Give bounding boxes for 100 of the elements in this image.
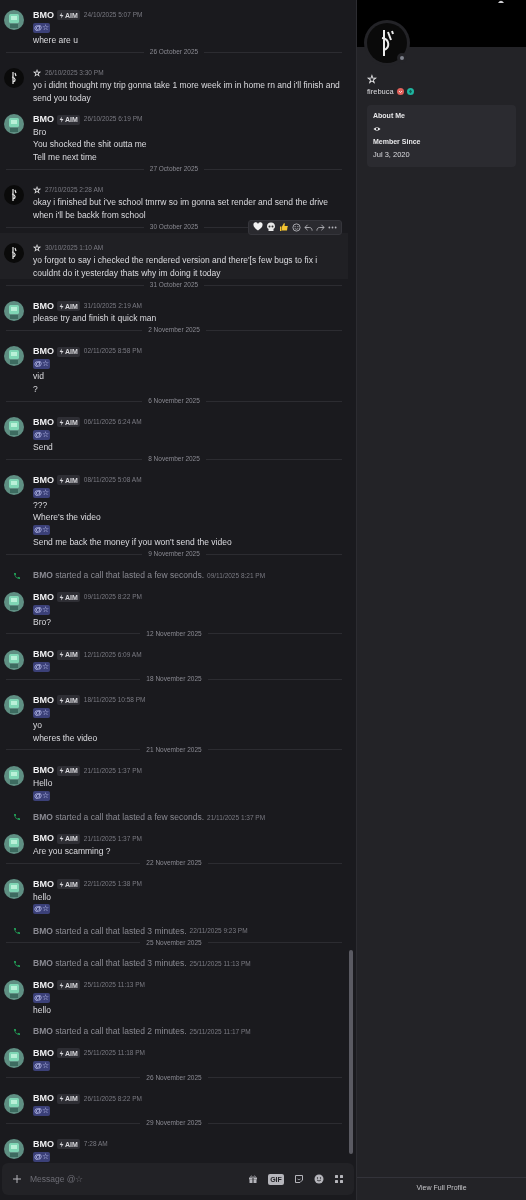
phone-icon	[12, 1027, 21, 1036]
thumbs-up-icon[interactable]	[279, 222, 289, 233]
bolt-icon	[59, 593, 64, 601]
bolt-icon	[59, 302, 64, 310]
avatar[interactable]	[4, 10, 24, 30]
message-text: Send me back the money if you won't send the video	[33, 536, 233, 549]
badge-icon[interactable]	[406, 88, 414, 95]
author-name[interactable]: ☆	[33, 185, 41, 195]
message-text: Where's the video	[33, 511, 102, 524]
message-text: Bro?	[33, 615, 52, 629]
bolt-icon	[59, 767, 64, 775]
user-mention[interactable]: @☆	[33, 487, 51, 498]
avatar[interactable]	[4, 242, 24, 263]
user-mention[interactable]: @☆	[33, 790, 51, 801]
sticker-icon[interactable]	[294, 1174, 304, 1184]
author-name[interactable]: BMO	[33, 980, 54, 990]
user-mention[interactable]: @☆	[33, 429, 51, 440]
call-notice: BMO started a call that lasted 2 minutes.	[33, 1025, 187, 1039]
user-mention[interactable]: @☆	[33, 662, 51, 673]
avatar[interactable]	[4, 1139, 24, 1160]
author-name[interactable]: BMO	[33, 1048, 54, 1058]
bolt-icon	[59, 476, 64, 484]
author-name[interactable]: BMO	[33, 592, 54, 602]
author-name[interactable]: BMO	[33, 1139, 54, 1149]
avatar[interactable]	[4, 300, 24, 321]
avatar[interactable]	[4, 474, 24, 495]
scrollbar[interactable]	[349, 950, 353, 1154]
avatar[interactable]	[4, 416, 24, 437]
message-text: Tell me next time	[33, 150, 98, 164]
bolt-icon	[59, 1095, 64, 1103]
message-text: yo	[33, 719, 43, 732]
call-notice: BMO started a call that lasted 3 minutes.	[33, 924, 187, 938]
message-text: ???	[33, 498, 49, 512]
author-name[interactable]: BMO	[33, 834, 54, 844]
badge-icon[interactable]	[396, 88, 404, 95]
user-mention[interactable]: @☆	[33, 22, 51, 33]
message-text: Hello	[33, 777, 54, 790]
message-text: where are u	[33, 34, 79, 47]
message-text: hello	[33, 890, 52, 904]
author-name[interactable]: BMO	[33, 347, 54, 357]
phone-icon	[12, 813, 21, 822]
user-mention[interactable]: @☆	[33, 1060, 51, 1071]
author-name[interactable]: BMO	[33, 301, 54, 311]
author-name[interactable]: ☆	[33, 68, 41, 78]
user-mention[interactable]: @☆	[33, 1106, 51, 1117]
bolt-icon	[59, 1049, 64, 1057]
call-notice: BMO started a call that lasted a few seconds.	[33, 569, 205, 582]
author-name[interactable]: BMO	[33, 1094, 54, 1104]
user-mention[interactable]: @☆	[33, 904, 51, 915]
avatar[interactable]	[4, 591, 24, 612]
user-mention[interactable]: @☆	[33, 604, 51, 615]
avatar[interactable]	[4, 980, 24, 1001]
bolt-icon	[59, 348, 64, 356]
message-text: wheres the video	[33, 731, 99, 745]
avatar[interactable]	[4, 67, 24, 88]
display-name: ☆	[367, 73, 377, 86]
add-reaction-icon[interactable]	[292, 222, 301, 232]
reply-icon[interactable]	[304, 222, 313, 232]
author-name[interactable]: BMO	[33, 417, 54, 427]
avatar[interactable]	[4, 114, 24, 135]
avatar[interactable]	[4, 1093, 24, 1114]
forward-icon[interactable]	[316, 222, 325, 232]
user-mention[interactable]: @☆	[33, 525, 51, 536]
message-text: hello	[33, 1004, 52, 1017]
phone-icon	[12, 959, 21, 968]
add-icon[interactable]	[12, 1174, 22, 1184]
message-input[interactable]: Message @☆	[30, 1172, 240, 1186]
avatar[interactable]	[4, 184, 24, 205]
heart-icon[interactable]	[253, 222, 263, 233]
user-mention[interactable]: @☆	[33, 1151, 51, 1162]
avatar[interactable]	[4, 346, 24, 367]
avatar[interactable]	[4, 833, 24, 854]
phone-icon	[12, 926, 21, 935]
user-mention[interactable]: @☆	[33, 992, 51, 1003]
message-text: vid	[33, 370, 45, 383]
user-mention[interactable]: @☆	[33, 359, 51, 370]
message-text: Are you scamming ?	[33, 845, 112, 858]
apps-icon[interactable]	[334, 1174, 344, 1184]
author-name[interactable]: BMO	[33, 10, 54, 20]
author-name[interactable]: BMO	[33, 115, 54, 125]
bolt-icon	[59, 418, 64, 426]
avatar[interactable]	[4, 649, 24, 670]
author-name[interactable]: BMO	[33, 650, 54, 660]
message-text: Bro	[33, 125, 48, 139]
profile-avatar[interactable]	[364, 20, 410, 66]
avatar[interactable]	[4, 765, 24, 786]
gift-icon[interactable]	[248, 1174, 258, 1184]
avatar[interactable]	[4, 695, 24, 716]
user-mention[interactable]: @☆	[33, 707, 51, 718]
author-name[interactable]: ☆	[33, 243, 41, 253]
author-name[interactable]: BMO	[33, 879, 54, 889]
author-name[interactable]: BMO	[33, 766, 54, 776]
bolt-icon	[59, 1140, 64, 1148]
emoji-icon[interactable]	[314, 1174, 324, 1184]
avatar[interactable]	[4, 879, 24, 900]
bolt-icon	[59, 11, 64, 19]
author-name[interactable]: BMO	[33, 475, 54, 485]
skull-icon[interactable]	[266, 222, 276, 233]
author-name[interactable]: BMO	[33, 695, 54, 705]
avatar[interactable]	[4, 1048, 24, 1069]
